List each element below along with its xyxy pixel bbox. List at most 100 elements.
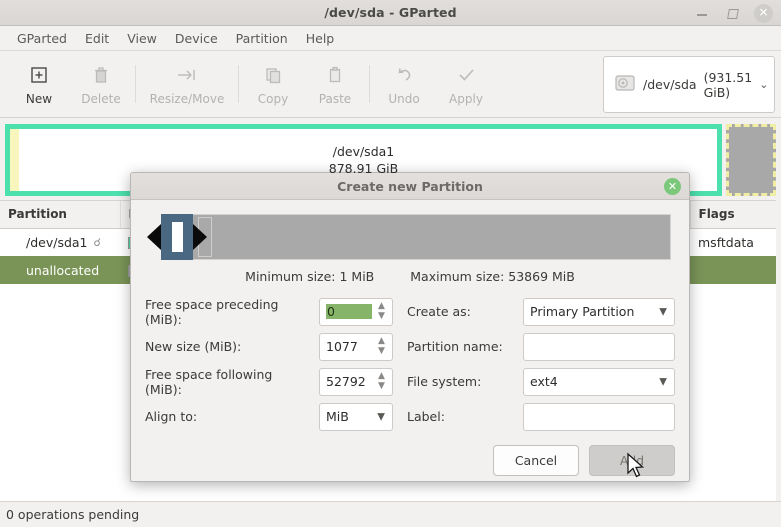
cancel-button-label: Cancel bbox=[515, 453, 557, 468]
statusbar-text: 0 operations pending bbox=[6, 507, 139, 522]
new-button-label: New bbox=[26, 92, 52, 106]
free-space-following-label: Free space following (MiB): bbox=[145, 367, 311, 397]
spinner-arrows-icon[interactable]: ▲▼ bbox=[376, 301, 387, 323]
create-new-partition-dialog: Create new Partition ✕ Minimum size: 1 M… bbox=[130, 172, 690, 482]
partition-size-slider[interactable] bbox=[147, 210, 673, 262]
copy-button[interactable]: Copy bbox=[242, 55, 304, 113]
menu-partition[interactable]: Partition bbox=[227, 28, 297, 49]
dialog-titlebar: Create new Partition ✕ bbox=[131, 173, 689, 200]
chevron-down-icon: ▼ bbox=[377, 411, 385, 422]
free-space-following-input[interactable]: 52792 ▲▼ bbox=[319, 368, 393, 396]
toolbar: New Delete Resize/Move Copy bbox=[0, 51, 781, 118]
dialog-close-icon[interactable]: ✕ bbox=[664, 178, 681, 195]
field-row-label: Label: bbox=[407, 399, 675, 434]
copy-icon bbox=[263, 63, 283, 87]
chevron-down-icon: ▼ bbox=[659, 376, 667, 387]
create-as-select[interactable]: Primary Partition ▼ bbox=[523, 298, 675, 326]
new-size-input[interactable]: 1077 ▲▼ bbox=[319, 333, 393, 361]
row-partition-name: unallocated bbox=[0, 256, 120, 284]
close-icon[interactable]: ✕ bbox=[754, 4, 773, 23]
menubar: GParted Edit View Device Partition Help bbox=[0, 26, 781, 51]
dialog-body: Minimum size: 1 MiB Maximum size: 53869 … bbox=[131, 200, 689, 434]
new-button[interactable]: New bbox=[8, 55, 70, 113]
file-system-select[interactable]: ext4 ▼ bbox=[523, 368, 675, 396]
form-column-left: Free space preceding (MiB): 0 ▲▼ New siz… bbox=[145, 294, 393, 434]
menu-help[interactable]: Help bbox=[297, 28, 344, 49]
field-row-align-to: Align to: MiB ▼ bbox=[145, 399, 393, 434]
apply-button[interactable]: Apply bbox=[435, 55, 497, 113]
add-button-label: Add bbox=[620, 453, 644, 468]
menu-device[interactable]: Device bbox=[166, 28, 227, 49]
delete-button-label: Delete bbox=[81, 92, 120, 106]
window-title: /dev/sda - GParted bbox=[0, 5, 781, 20]
field-row-free-preceding: Free space preceding (MiB): 0 ▲▼ bbox=[145, 294, 393, 329]
spinner-arrows-icon[interactable]: ▲▼ bbox=[376, 371, 387, 393]
free-space-following-value: 52792 bbox=[326, 374, 372, 389]
resize-move-icon bbox=[175, 63, 199, 87]
device-name: /dev/sda bbox=[643, 77, 697, 92]
size-limits: Minimum size: 1 MiB Maximum size: 53869 … bbox=[145, 269, 675, 284]
row-flags: msftdata bbox=[690, 228, 776, 256]
column-header-partition[interactable]: Partition bbox=[0, 201, 120, 228]
form-column-right: Create as: Primary Partition ▼ Partition… bbox=[393, 294, 675, 434]
close-glyph: ✕ bbox=[758, 7, 768, 19]
hard-disk-icon bbox=[614, 73, 636, 96]
toolbar-separator bbox=[135, 65, 136, 103]
maximize-icon[interactable] bbox=[724, 5, 740, 21]
free-space-preceding-input[interactable]: 0 ▲▼ bbox=[319, 298, 393, 326]
column-header-flags[interactable]: Flags bbox=[690, 201, 776, 228]
dialog-title: Create new Partition bbox=[337, 179, 483, 194]
device-selector[interactable]: /dev/sda (931.51 GiB) ⌄ bbox=[603, 56, 775, 113]
menu-edit[interactable]: Edit bbox=[76, 28, 118, 49]
menu-gparted[interactable]: GParted bbox=[8, 28, 76, 49]
add-button[interactable]: Add bbox=[589, 445, 675, 476]
slider-track[interactable] bbox=[161, 214, 671, 260]
window-titlebar: /dev/sda - GParted ✕ bbox=[0, 0, 781, 26]
apply-button-label: Apply bbox=[449, 92, 483, 106]
dialog-close-glyph: ✕ bbox=[668, 181, 677, 192]
slider-arrow-left-icon[interactable] bbox=[147, 224, 161, 250]
spinner-arrows-icon[interactable]: ▲▼ bbox=[376, 336, 387, 358]
dialog-form: Free space preceding (MiB): 0 ▲▼ New siz… bbox=[145, 294, 675, 434]
row-partition-name: /dev/sda1 ☌ bbox=[0, 228, 120, 256]
field-row-new-size: New size (MiB): 1077 ▲▼ bbox=[145, 329, 393, 364]
partition-name-input[interactable] bbox=[523, 333, 675, 361]
toolbar-separator-3 bbox=[369, 65, 370, 103]
label-field-label: Label: bbox=[407, 409, 515, 424]
minimize-icon[interactable] bbox=[694, 5, 710, 21]
check-icon bbox=[456, 63, 476, 87]
align-to-select[interactable]: MiB ▼ bbox=[319, 403, 393, 431]
key-icon: ☌ bbox=[94, 236, 101, 249]
label-input[interactable] bbox=[523, 403, 675, 431]
delete-button[interactable]: Delete bbox=[70, 55, 132, 113]
new-size-label: New size (MiB): bbox=[145, 339, 311, 354]
new-partition-icon bbox=[29, 63, 49, 87]
menu-view[interactable]: View bbox=[118, 28, 166, 49]
slider-arrow-right-icon[interactable] bbox=[193, 224, 207, 250]
toolbar-separator-2 bbox=[238, 65, 239, 103]
window-controls: ✕ bbox=[694, 0, 773, 26]
file-system-value: ext4 bbox=[530, 374, 668, 389]
resize-move-button-label: Resize/Move bbox=[150, 92, 225, 106]
chevron-down-icon: ▼ bbox=[659, 306, 667, 317]
field-row-partition-name: Partition name: bbox=[407, 329, 675, 364]
create-as-value: Primary Partition bbox=[530, 304, 668, 319]
chevron-down-icon: ⌄ bbox=[759, 78, 768, 91]
undo-button[interactable]: Undo bbox=[373, 55, 435, 113]
resize-move-button[interactable]: Resize/Move bbox=[139, 55, 235, 113]
free-space-preceding-label: Free space preceding (MiB): bbox=[145, 297, 311, 327]
field-row-free-following: Free space following (MiB): 52792 ▲▼ bbox=[145, 364, 393, 399]
file-system-label: File system: bbox=[407, 374, 515, 389]
new-size-value: 1077 bbox=[326, 339, 372, 354]
cancel-button[interactable]: Cancel bbox=[493, 445, 579, 476]
partition-cell-label: unallocated bbox=[26, 263, 99, 278]
device-size: (931.51 GiB) bbox=[704, 70, 753, 100]
paste-icon bbox=[325, 63, 345, 87]
partition-block-unallocated[interactable] bbox=[726, 124, 776, 196]
align-to-label: Align to: bbox=[145, 409, 311, 424]
trash-icon bbox=[91, 63, 111, 87]
slider-handle[interactable] bbox=[161, 214, 193, 260]
copy-button-label: Copy bbox=[258, 92, 288, 106]
undo-button-label: Undo bbox=[388, 92, 419, 106]
paste-button[interactable]: Paste bbox=[304, 55, 366, 113]
